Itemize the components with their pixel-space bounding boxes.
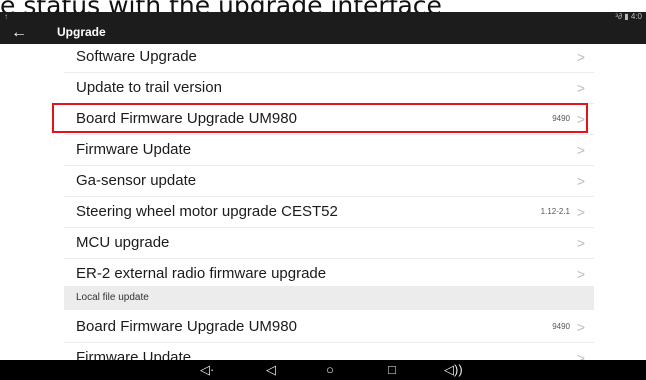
chevron-right-icon: > bbox=[576, 49, 585, 65]
chevron-right-icon: > bbox=[576, 142, 585, 158]
list-item-firmware-update[interactable]: Firmware Update > bbox=[64, 135, 594, 166]
list-item-label: ER-2 external radio firmware upgrade bbox=[76, 265, 327, 282]
section-header-label: Local file update bbox=[76, 292, 149, 303]
app-bar: ← Upgrade bbox=[0, 22, 646, 44]
back-nav-icon[interactable]: ◁ bbox=[266, 362, 276, 378]
chevron-right-icon: > bbox=[576, 204, 585, 220]
list-item-steering-motor[interactable]: Steering wheel motor upgrade CEST52 1.12… bbox=[64, 197, 594, 228]
list-item-label: Firmware Update bbox=[76, 141, 192, 158]
list-item-local-board-firmware[interactable]: Board Firmware Upgrade UM980 9490 > bbox=[64, 312, 594, 343]
list-item-value: 9490 bbox=[552, 322, 570, 331]
volume-down-icon[interactable]: ◁· bbox=[200, 362, 214, 378]
list-item-label: Software Upgrade bbox=[76, 48, 197, 65]
highlight-box bbox=[52, 103, 588, 133]
navigation-bar: ◁· ◁ ○ □ ◁)) bbox=[0, 360, 646, 380]
recents-icon[interactable]: □ bbox=[388, 362, 396, 378]
settings-list: Software Upgrade > Update to trail versi… bbox=[0, 42, 646, 366]
list-item-mcu-upgrade[interactable]: MCU upgrade > bbox=[64, 228, 594, 259]
list-item-label: MCU upgrade bbox=[76, 234, 170, 251]
chevron-right-icon: > bbox=[576, 319, 585, 335]
list-item-label: Ga-sensor update bbox=[76, 172, 197, 189]
arrow-left-icon: ← bbox=[11, 24, 27, 41]
status-icons: ³∂ ▮ 4:0 bbox=[615, 12, 642, 21]
list-item-update-trail[interactable]: Update to trail version > bbox=[64, 73, 594, 104]
home-icon[interactable]: ○ bbox=[326, 362, 334, 378]
list-item-value: 1.12-2.1 bbox=[540, 207, 570, 216]
page-title: Upgrade bbox=[57, 25, 106, 39]
chevron-right-icon: > bbox=[576, 235, 585, 251]
section-header: Local file update bbox=[64, 286, 594, 310]
list-item-label: Board Firmware Upgrade UM980 bbox=[76, 318, 297, 335]
list-item-label: Steering wheel motor upgrade CEST52 bbox=[76, 203, 338, 220]
list-item-ga-sensor[interactable]: Ga-sensor update > bbox=[64, 166, 594, 197]
chevron-right-icon: > bbox=[576, 266, 585, 282]
chevron-right-icon: > bbox=[576, 173, 585, 189]
list-item-label: Update to trail version bbox=[76, 79, 222, 96]
back-button[interactable]: ← bbox=[6, 23, 32, 43]
volume-up-icon[interactable]: ◁)) bbox=[444, 362, 463, 378]
list-item-software-upgrade[interactable]: Software Upgrade > bbox=[64, 42, 594, 73]
chevron-right-icon: > bbox=[576, 80, 585, 96]
notification-icon: ↑ bbox=[4, 12, 8, 21]
